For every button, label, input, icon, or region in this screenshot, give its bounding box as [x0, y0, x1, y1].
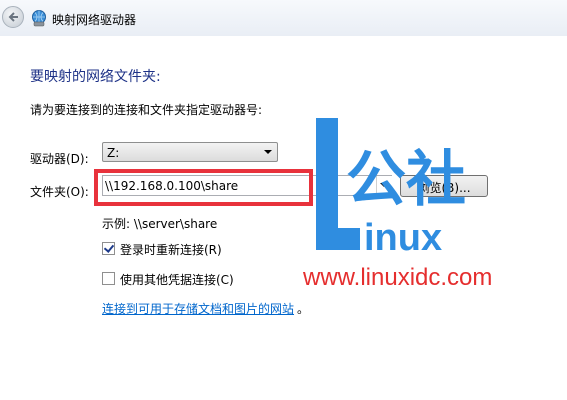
back-arrow-icon: [8, 12, 18, 22]
other-credentials-label: 使用其他凭据连接(C): [120, 273, 234, 287]
back-button[interactable]: [2, 6, 24, 28]
window-title: 映射网络驱动器: [52, 13, 137, 27]
reconnect-label: 登录时重新连接(R): [120, 243, 222, 257]
title-bar: 映射网络驱动器: [0, 0, 567, 36]
folder-input-value: \\192.168.0.100\share: [105, 179, 239, 193]
drive-select-value: Z:: [107, 146, 120, 160]
folder-label: 文件夹(O):: [30, 185, 89, 199]
page-title: 要映射的网络文件夹:: [30, 69, 161, 85]
watermark-url: www.linuxidc.com: [303, 264, 493, 291]
watermark-logo-text: 公社: [346, 145, 466, 215]
reconnect-checkbox[interactable]: [102, 242, 115, 255]
example-text: 示例: \\server\share: [102, 217, 218, 231]
connect-website-link[interactable]: 连接到可用于存储文档和图片的网站: [102, 300, 294, 317]
network-drive-icon: [32, 10, 46, 27]
chevron-down-icon: [264, 150, 272, 154]
drive-label: 驱动器(D):: [30, 152, 89, 166]
link-suffix: 。: [297, 302, 310, 316]
watermark-logo-suffix: inux: [364, 217, 442, 254]
instruction-text: 请为要连接到的连接和文件夹指定驱动器号:: [30, 103, 263, 117]
drive-select[interactable]: Z:: [102, 142, 278, 162]
watermark-logo: 公社 inux: [316, 118, 466, 254]
other-credentials-checkbox[interactable]: [102, 272, 115, 285]
